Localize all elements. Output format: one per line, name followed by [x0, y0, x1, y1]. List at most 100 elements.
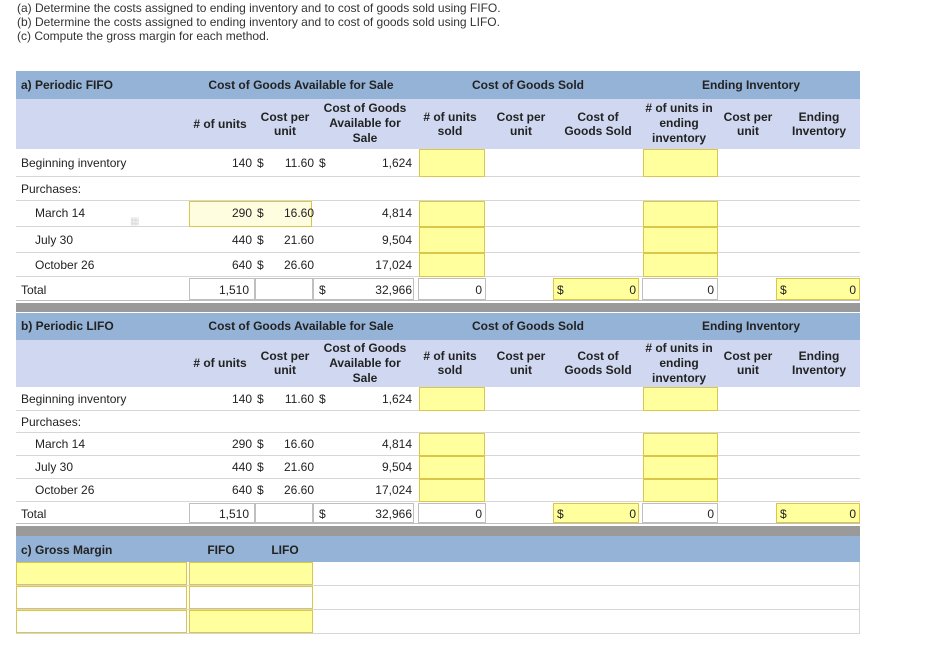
fifo-tot-total: 32,966 [375, 283, 412, 297]
fifo-ending-total: 0 [849, 283, 856, 297]
lifo-ending-group: Ending Inventory [701, 319, 800, 333]
lifo-oct-units-ending-input[interactable] [643, 479, 718, 502]
fifo-col-cost-per-unit-sold: Cost per unit [496, 110, 546, 138]
gm-row2-values-input[interactable] [189, 586, 313, 609]
fifo-label-total: Total [21, 283, 47, 297]
fifo-jul-total: 9,504 [381, 233, 412, 247]
fifo-jul-units-ending-input[interactable] [643, 227, 718, 253]
gm-row1-label-input[interactable] [16, 562, 187, 585]
lifo-separator [16, 526, 860, 536]
fifo-col-cogas: Cost of Goods Available for Sale [323, 101, 407, 145]
lifo-label-march: March 14 [35, 437, 86, 451]
lifo-oct-total: 17,024 [375, 483, 412, 497]
gm-col-lifo: LIFO [271, 543, 299, 557]
lifo-mar-units-sold-input[interactable] [419, 433, 485, 456]
lifo-total-cost-box [255, 503, 313, 523]
lifo-mar-units-ending-input[interactable] [643, 433, 718, 456]
gm-row3-label-input[interactable] [16, 610, 187, 633]
fifo-label-march: March 14 [35, 206, 86, 220]
lifo-label-beginning: Beginning inventory [21, 392, 127, 406]
fifo-oct-cost: 26.60 [283, 258, 314, 272]
lifo-beg-cost-currency: $ [257, 392, 264, 406]
lifo-mar-units: 290 [231, 437, 252, 451]
fifo-label-october: October 26 [35, 258, 95, 272]
lifo-beg-units-ending-input[interactable] [643, 387, 718, 411]
lifo-mar-cost: 16.60 [283, 437, 314, 451]
fifo-label-purchases: Purchases: [21, 182, 82, 196]
lifo-mar-total: 4,814 [381, 437, 412, 451]
lifo-col-cogas: Cost of Goods Available for Sale [323, 341, 407, 385]
fifo-beg-units-ending-input[interactable] [643, 149, 718, 177]
fifo-col-cost-per-unit: Cost per unit [260, 110, 310, 138]
fifo-cogs-group: Cost of Goods Sold [472, 78, 584, 92]
fifo-ending-group: Ending Inventory [701, 78, 800, 92]
lifo-beg-units: 140 [231, 392, 252, 406]
fifo-oct-units-ending-input[interactable] [643, 253, 718, 277]
lifo-col-units-sold: # of units sold [423, 349, 477, 377]
fifo-beg-units-sold-input[interactable] [419, 149, 485, 177]
fifo-mar-units-ending-input[interactable] [643, 201, 718, 227]
fifo-jul-units-sold-input[interactable] [419, 227, 485, 253]
lifo-cogs-total: 0 [629, 507, 636, 521]
lifo-oct-units-sold-input[interactable] [419, 479, 485, 502]
fifo-cogs-currency: $ [557, 283, 564, 297]
lifo-col-cost-per-unit: Cost per unit [260, 349, 310, 377]
fifo-beg-total: 1,624 [381, 156, 412, 170]
lifo-jul-total: 9,504 [381, 460, 412, 474]
fifo-beg-total-currency: $ [319, 156, 326, 170]
lifo-units-sold-total: 0 [475, 507, 482, 521]
fifo-row-purchases [16, 177, 860, 201]
fifo-oct-units: 640 [231, 258, 252, 272]
fifo-mar-cost-currency: $ [257, 206, 264, 220]
lifo-label-october: October 26 [35, 483, 95, 497]
lifo-mar-cost-currency: $ [257, 437, 264, 451]
lifo-label-july: July 30 [35, 460, 74, 474]
lifo-oct-cost-currency: $ [257, 483, 264, 497]
lifo-tot-total-currency: $ [319, 507, 326, 521]
lifo-jul-units: 440 [231, 460, 252, 474]
fifo-mar-units-sold-input[interactable] [419, 201, 485, 227]
fifo-cogas-group: Cost of Goods Available for Sale [208, 78, 394, 92]
lifo-oct-units: 640 [231, 483, 252, 497]
fifo-label-july: July 30 [35, 233, 74, 247]
fifo-mar-units: 290 [231, 206, 252, 220]
lifo-jul-cost: 21.60 [283, 460, 314, 474]
fifo-label-beginning: Beginning inventory [21, 156, 127, 170]
lifo-beg-cost: 11.60 [284, 392, 314, 406]
lifo-oct-cost: 26.60 [283, 483, 314, 497]
gm-row3-values-input[interactable] [189, 610, 313, 633]
lifo-tot-units: 1,510 [219, 507, 250, 521]
fifo-oct-cost-currency: $ [257, 258, 264, 272]
fifo-beg-cost-currency: $ [257, 156, 264, 170]
fifo-total-cost-box [255, 278, 313, 300]
fifo-cogs-total: 0 [629, 283, 636, 297]
fifo-title: a) Periodic FIFO [21, 78, 114, 92]
lifo-tot-total: 32,966 [375, 507, 412, 521]
instruction-a: (a) Determine the costs assigned to endi… [17, 1, 501, 15]
lifo-ending-total: 0 [849, 507, 856, 521]
fifo-beg-units: 140 [231, 156, 252, 170]
lifo-col-ending: Ending Inventory [791, 349, 846, 377]
fifo-mar-total: 4,814 [381, 206, 412, 220]
gm-col-fifo: FIFO [207, 543, 235, 557]
lifo-col-cost-per-unit-end: Cost per unit [723, 349, 773, 377]
lifo-jul-units-sold-input[interactable] [419, 456, 485, 479]
fifo-mar-cost: 16.60 [283, 206, 314, 220]
fifo-jul-cost-currency: $ [257, 233, 264, 247]
fifo-units-sold-total: 0 [475, 283, 482, 297]
fifo-ending-currency: $ [780, 283, 787, 297]
fifo-oct-total: 17,024 [375, 258, 412, 272]
lifo-jul-units-ending-input[interactable] [643, 456, 718, 479]
gm-row2-label-input[interactable] [16, 586, 187, 609]
fifo-col-units-ending: # of units in ending inventory [645, 101, 713, 145]
fifo-col-cogs: Cost of Goods Sold [564, 110, 632, 138]
fifo-oct-units-sold-input[interactable] [419, 253, 485, 277]
instruction-b: (b) Determine the costs assigned to endi… [17, 15, 500, 29]
fifo-col-ending: Ending Inventory [791, 110, 846, 138]
lifo-beg-units-sold-input[interactable] [419, 387, 485, 411]
lifo-cogs-group: Cost of Goods Sold [472, 319, 584, 333]
lifo-label-purchases: Purchases: [21, 415, 82, 429]
gm-row1-values-input[interactable] [189, 562, 313, 585]
lifo-col-cost-per-unit-sold: Cost per unit [496, 349, 546, 377]
fifo-jul-cost: 21.60 [283, 233, 314, 247]
